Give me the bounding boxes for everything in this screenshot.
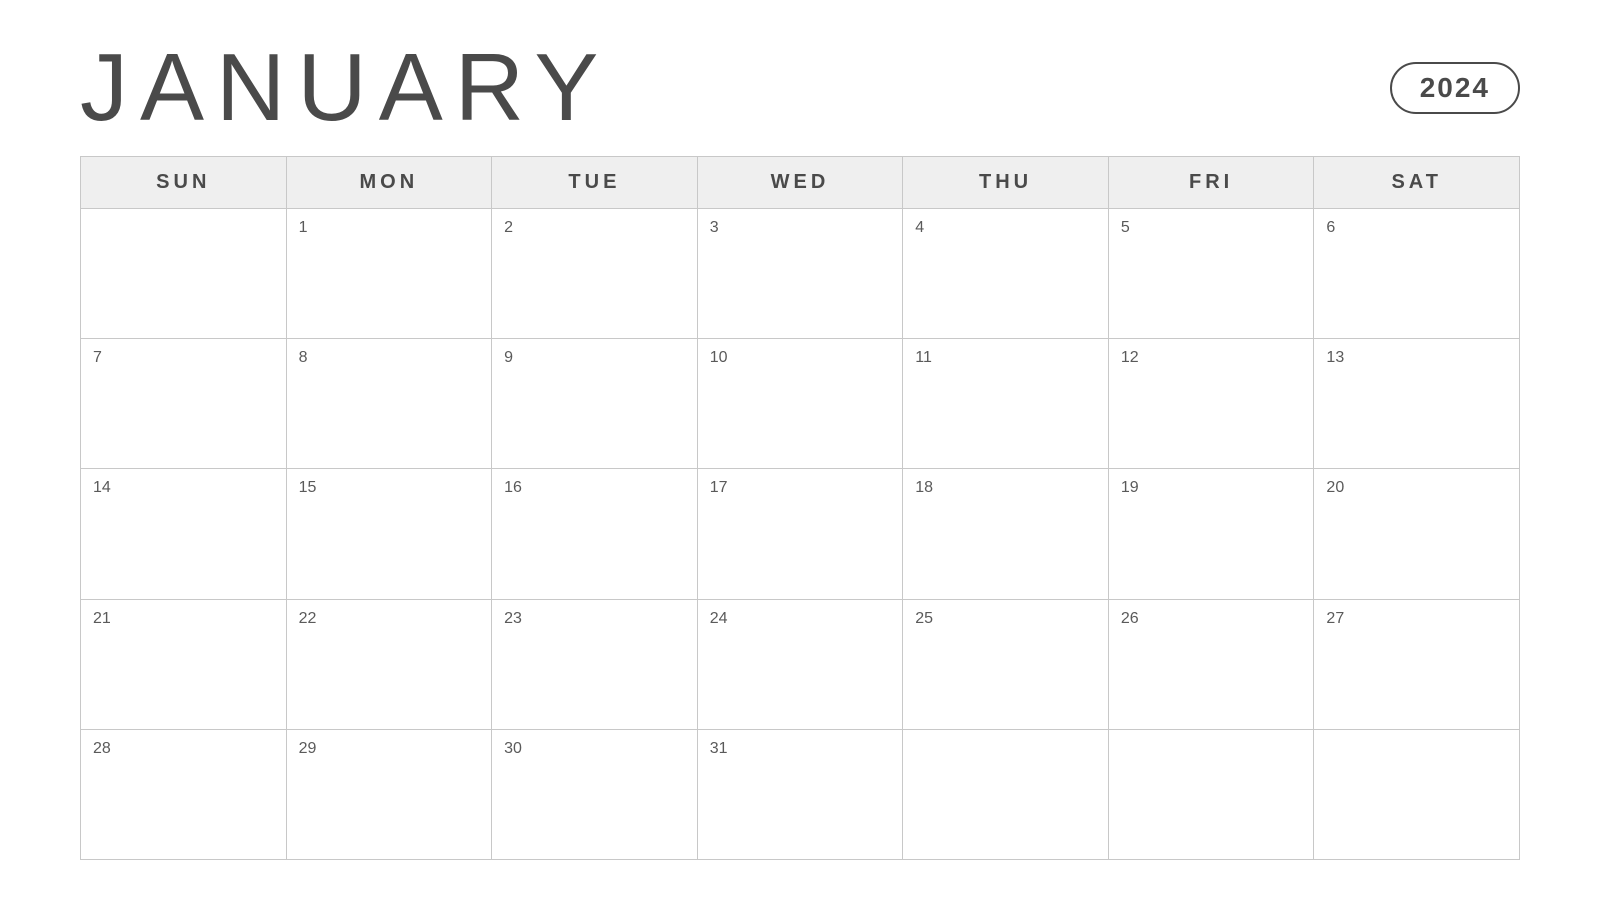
day-cell-6[interactable]: 6 <box>1314 209 1520 339</box>
day-number: 28 <box>93 740 274 758</box>
day-number: 1 <box>299 219 480 237</box>
day-number: 21 <box>93 610 274 628</box>
day-cell-23[interactable]: 23 <box>492 600 698 730</box>
day-number: 23 <box>504 610 685 628</box>
calendar-grid: SUNMONTUEWEDTHUFRISAT1234567891011121314… <box>80 156 1520 860</box>
day-number: 8 <box>299 349 480 367</box>
day-cell-22[interactable]: 22 <box>287 600 493 730</box>
day-number: 4 <box>915 219 1096 237</box>
day-number: 14 <box>93 479 274 497</box>
day-number: 12 <box>1121 349 1302 367</box>
day-number: 5 <box>1121 219 1302 237</box>
day-cell-9[interactable]: 9 <box>492 339 698 469</box>
day-number: 7 <box>93 349 274 367</box>
year-badge: 2024 <box>1390 62 1520 114</box>
day-cell-15[interactable]: 15 <box>287 469 493 599</box>
day-number: 9 <box>504 349 685 367</box>
day-cell-30[interactable]: 30 <box>492 730 698 860</box>
day-number: 27 <box>1326 610 1507 628</box>
day-number: 26 <box>1121 610 1302 628</box>
weekday-header-fri: FRI <box>1109 157 1315 209</box>
calendar-header: JANUARY 2024 <box>80 40 1520 136</box>
weekday-header-thu: THU <box>903 157 1109 209</box>
day-cell-empty[interactable] <box>1109 730 1315 860</box>
day-cell-19[interactable]: 19 <box>1109 469 1315 599</box>
day-number: 24 <box>710 610 891 628</box>
day-number: 13 <box>1326 349 1507 367</box>
weekday-header-sat: SAT <box>1314 157 1520 209</box>
day-cell-20[interactable]: 20 <box>1314 469 1520 599</box>
day-cell-5[interactable]: 5 <box>1109 209 1315 339</box>
day-cell-24[interactable]: 24 <box>698 600 904 730</box>
day-cell-31[interactable]: 31 <box>698 730 904 860</box>
day-cell-empty[interactable] <box>1314 730 1520 860</box>
day-number: 29 <box>299 740 480 758</box>
weekday-header-mon: MON <box>287 157 493 209</box>
day-cell-12[interactable]: 12 <box>1109 339 1315 469</box>
day-cell-3[interactable]: 3 <box>698 209 904 339</box>
day-number: 6 <box>1326 219 1507 237</box>
day-number: 16 <box>504 479 685 497</box>
day-number: 30 <box>504 740 685 758</box>
day-cell-empty[interactable] <box>81 209 287 339</box>
day-cell-2[interactable]: 2 <box>492 209 698 339</box>
day-cell-17[interactable]: 17 <box>698 469 904 599</box>
day-cell-28[interactable]: 28 <box>81 730 287 860</box>
month-title: JANUARY <box>80 40 610 136</box>
day-number: 11 <box>915 349 1096 367</box>
day-cell-11[interactable]: 11 <box>903 339 1109 469</box>
day-cell-29[interactable]: 29 <box>287 730 493 860</box>
day-cell-27[interactable]: 27 <box>1314 600 1520 730</box>
day-cell-8[interactable]: 8 <box>287 339 493 469</box>
day-number: 20 <box>1326 479 1507 497</box>
day-cell-10[interactable]: 10 <box>698 339 904 469</box>
day-number: 25 <box>915 610 1096 628</box>
day-number: 2 <box>504 219 685 237</box>
day-number: 17 <box>710 479 891 497</box>
day-number: 31 <box>710 740 891 758</box>
day-number: 15 <box>299 479 480 497</box>
weekday-header-wed: WED <box>698 157 904 209</box>
day-cell-7[interactable]: 7 <box>81 339 287 469</box>
day-number: 3 <box>710 219 891 237</box>
day-cell-13[interactable]: 13 <box>1314 339 1520 469</box>
day-cell-empty[interactable] <box>903 730 1109 860</box>
day-cell-26[interactable]: 26 <box>1109 600 1315 730</box>
weekday-header-tue: TUE <box>492 157 698 209</box>
day-number: 22 <box>299 610 480 628</box>
day-number: 10 <box>710 349 891 367</box>
day-cell-1[interactable]: 1 <box>287 209 493 339</box>
day-number: 19 <box>1121 479 1302 497</box>
day-number: 18 <box>915 479 1096 497</box>
day-cell-16[interactable]: 16 <box>492 469 698 599</box>
day-cell-21[interactable]: 21 <box>81 600 287 730</box>
weekday-header-sun: SUN <box>81 157 287 209</box>
day-cell-4[interactable]: 4 <box>903 209 1109 339</box>
day-cell-25[interactable]: 25 <box>903 600 1109 730</box>
day-cell-18[interactable]: 18 <box>903 469 1109 599</box>
day-cell-14[interactable]: 14 <box>81 469 287 599</box>
